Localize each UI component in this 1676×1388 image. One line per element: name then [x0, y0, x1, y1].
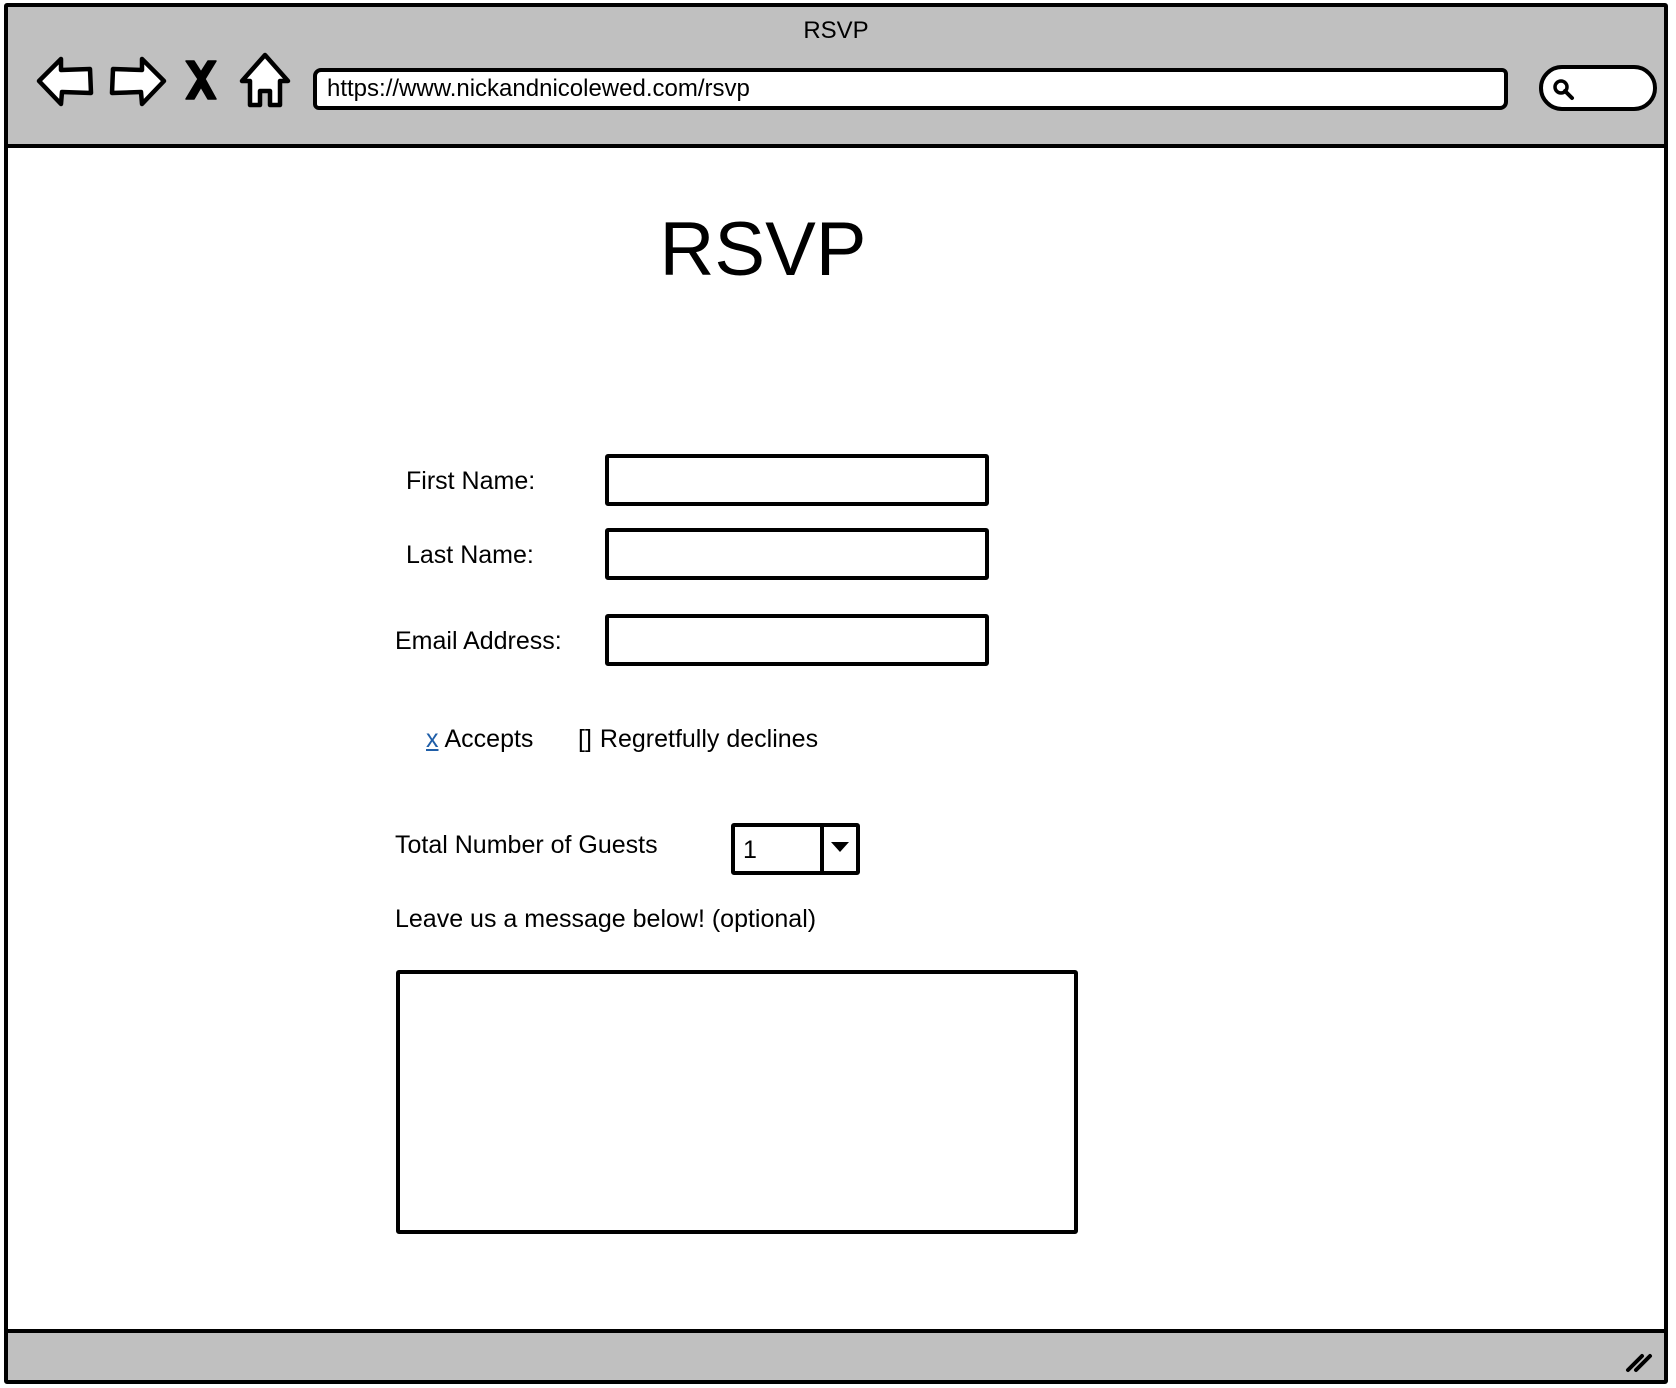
- page-content: RSVP First Name: Last Name: Email Addres…: [8, 148, 1664, 1337]
- forward-arrow-icon[interactable]: [105, 51, 169, 111]
- last-name-label: Last Name:: [406, 541, 534, 569]
- declines-checkbox[interactable]: []: [578, 725, 600, 753]
- guests-select-value: 1: [743, 836, 757, 864]
- first-name-field[interactable]: [605, 454, 989, 506]
- window-title: RSVP: [803, 17, 869, 44]
- browser-toolbar: RSVP https://www.nickandnicolewed.com/rs…: [8, 7, 1664, 148]
- accepts-checkmark[interactable]: x: [426, 725, 445, 753]
- browser-window: RSVP https://www.nickandnicolewed.com/rs…: [4, 3, 1668, 1384]
- declines-label: Regretfully declines: [599, 725, 819, 753]
- address-bar[interactable]: https://www.nickandnicolewed.com/rsvp: [313, 68, 1508, 110]
- email-address-field[interactable]: [605, 614, 989, 666]
- home-icon[interactable]: [236, 51, 294, 111]
- email-address-label: Email Address:: [395, 627, 562, 655]
- accepts-label: Accepts: [444, 725, 534, 753]
- first-name-label: First Name:: [406, 467, 536, 495]
- close-icon[interactable]: [176, 51, 224, 111]
- accepts-option[interactable]: x Accepts: [426, 724, 533, 754]
- message-textarea[interactable]: [396, 970, 1078, 1234]
- guests-select[interactable]: 1: [731, 823, 860, 875]
- status-bar: [8, 1329, 1664, 1380]
- guests-dropdown-button[interactable]: [820, 827, 856, 871]
- back-arrow-icon[interactable]: [34, 51, 98, 111]
- search-icon: [1553, 79, 1574, 100]
- last-name-field[interactable]: [605, 528, 989, 580]
- page-title: RSVP: [659, 207, 867, 292]
- search-box[interactable]: [1539, 65, 1657, 111]
- guests-label: Total Number of Guests: [395, 831, 658, 859]
- message-label: Leave us a message below! (optional): [395, 905, 817, 933]
- declines-option[interactable]: [] Regretfully declines: [578, 724, 818, 754]
- chevron-down-icon: [831, 842, 849, 852]
- resize-grip-icon[interactable]: [1624, 1344, 1654, 1374]
